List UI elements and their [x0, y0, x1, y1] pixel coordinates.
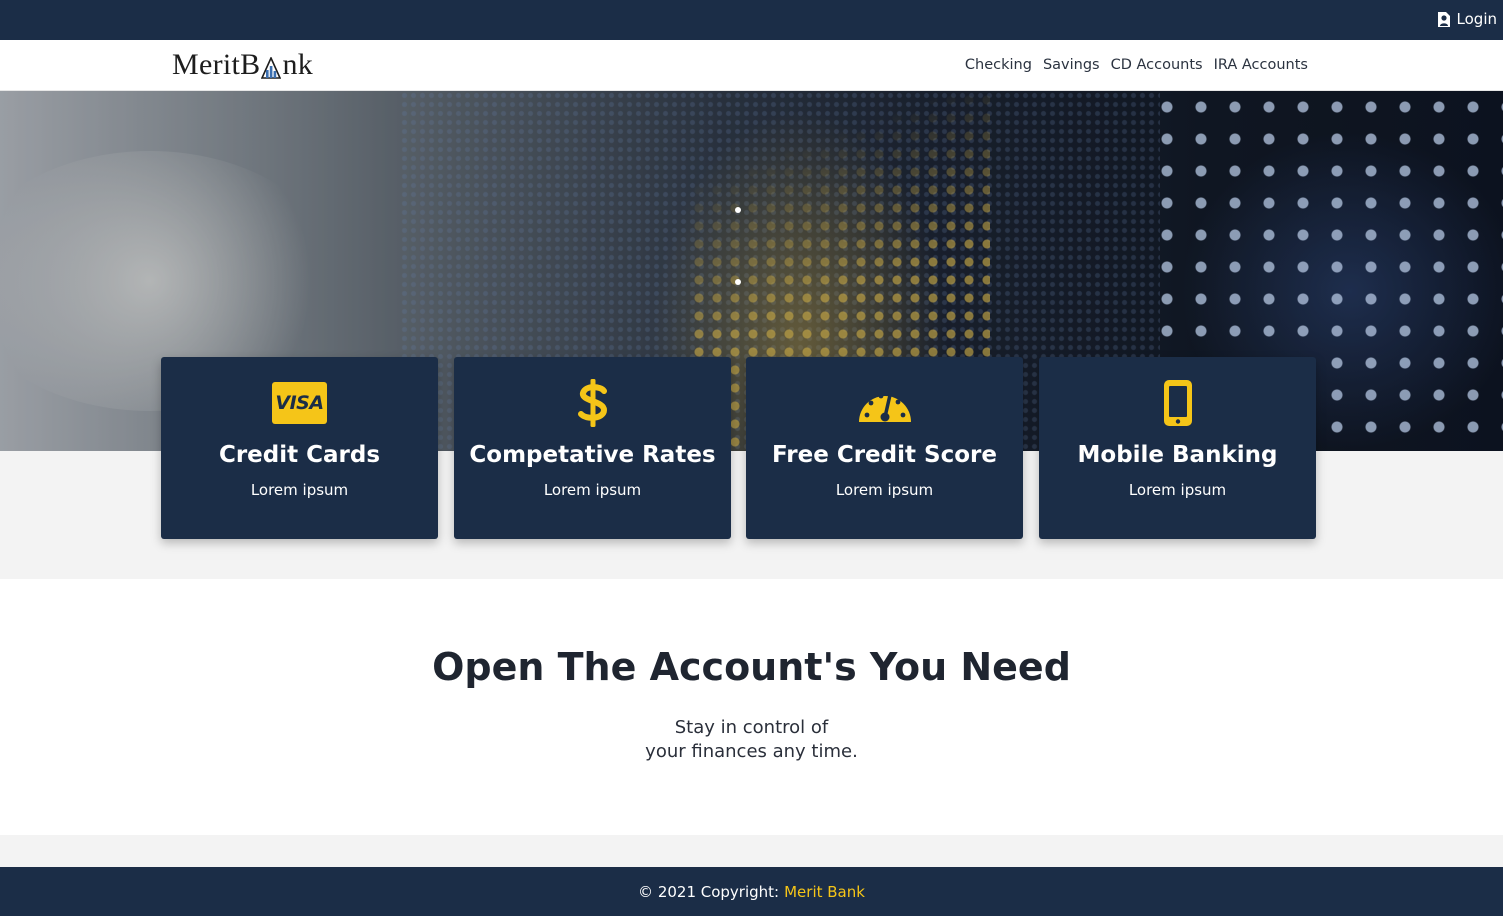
logo-text-right: nk [282, 48, 314, 81]
accounts-headline: Open The Account's You Need [432, 645, 1071, 689]
carousel-indicator-1[interactable] [735, 207, 741, 213]
carousel-indicator-2[interactable] [735, 279, 741, 285]
feature-subtitle: Lorem ipsum [1128, 481, 1227, 499]
feature-card-mobile-banking[interactable]: Mobile Banking Lorem ipsum [1039, 357, 1316, 539]
meritbank-logo[interactable]: MeritB nk [172, 48, 313, 82]
login-link[interactable]: Login [1437, 10, 1497, 28]
accounts-tagline-line-2: your finances any time. [645, 741, 858, 762]
feature-subtitle: Lorem ipsum [250, 481, 349, 499]
speedometer-icon [858, 393, 911, 422]
feature-subtitle: Lorem ipsum [543, 481, 642, 499]
mobile-phone-icon [1163, 380, 1192, 426]
logo-mark-icon [261, 57, 282, 79]
feature-card-competative-rates[interactable]: Competative Rates Lorem ipsum [454, 357, 731, 539]
footer-copyright: © 2021 Copyright: [638, 882, 780, 901]
feature-title: Free Credit Score [772, 442, 997, 468]
login-label: Login [1456, 10, 1497, 28]
nav-links: Checking Savings CD Accounts IRA Account… [965, 57, 1308, 73]
nav-item-checking[interactable]: Checking [965, 57, 1032, 73]
nav-item-savings[interactable]: Savings [1043, 57, 1100, 73]
footer: © 2021 Copyright: Merit Bank [0, 867, 1503, 916]
nav-item-ira-accounts[interactable]: IRA Accounts [1214, 57, 1308, 73]
feature-title: Competative Rates [469, 442, 716, 468]
feature-title: Credit Cards [218, 442, 381, 468]
feature-card-free-credit-score[interactable]: Free Credit Score Lorem ipsum [746, 357, 1023, 539]
nav-item-cd-accounts[interactable]: CD Accounts [1111, 57, 1203, 73]
user-icon [1437, 11, 1450, 27]
feature-title: Mobile Banking [1077, 442, 1278, 468]
main-navbar: MeritB nk Checking Savings CD Accounts I… [0, 40, 1503, 91]
visa-card-icon: VISA [272, 382, 327, 424]
top-bar: Login [0, 0, 1503, 40]
dollar-sign-icon [577, 379, 607, 427]
footer-spacer [0, 835, 1503, 867]
feature-subtitle: Lorem ipsum [835, 481, 934, 499]
footer-brand-link[interactable]: Merit Bank [784, 883, 865, 901]
feature-card-credit-cards[interactable]: VISA Credit Cards Lorem ipsum [161, 357, 438, 539]
accounts-tagline-line-1: Stay in control of [674, 717, 829, 738]
logo-text-left: MeritB [172, 48, 261, 81]
